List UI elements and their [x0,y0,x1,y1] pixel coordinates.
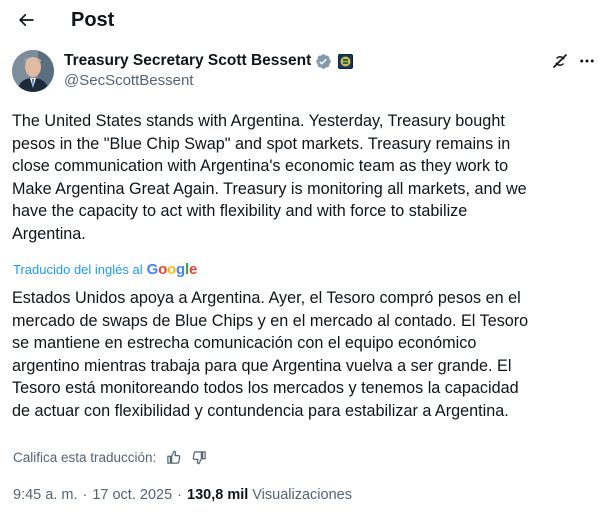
more-options-button[interactable] [576,50,598,72]
rate-translation: Califica esta traducción: [13,448,208,466]
translation-text-line: se mantiene en estrecha comunicación con… [12,334,477,352]
translated-by-google-link[interactable]: Traducido del inglés al Google [13,261,197,279]
author-display-name[interactable]: Treasury Secretary Scott Bessent [64,52,311,70]
gray-verified-badge-icon[interactable] [315,53,332,70]
meta-separator: · [177,487,182,503]
tweet-author: Treasury Secretary Scott Bessent @SecSco… [12,50,598,94]
grok-icon [553,54,567,68]
tweet-text-line: pesos in the "Blue Chip Swap" and spot m… [12,134,511,153]
translation-text-line: de actuar con flexibilidad y contundenci… [12,401,509,420]
tweet-text-line: have the capacity to act with flexibilit… [12,202,468,220]
views-count[interactable]: 130,8 mil [187,487,248,503]
grok-button[interactable] [549,50,571,72]
avatar[interactable] [12,50,54,92]
author-handle[interactable]: @SecScottBessent [64,72,193,89]
translation-text-line: argentino mientras trabaja para que Arge… [12,356,512,375]
tweet-text: The United States stands with Argentina.… [12,110,602,245]
views-label: Visualizaciones [252,487,352,503]
rate-translation-label: Califica esta traducción: [13,449,157,465]
thumbs-up-button[interactable] [164,448,182,466]
translated-label: Traducido del inglés al [13,262,143,277]
google-logo: Google [146,261,198,278]
translation-text-line: Tesoro está monitoreando todos los merca… [12,379,519,397]
tweet-text-line: Argentina. [12,224,86,243]
tweet-text-line: The United States stands with Argentina.… [12,112,505,130]
page-title: Post [71,9,115,31]
thumbs-up-icon [167,450,181,464]
back-button[interactable] [12,6,40,34]
thumbs-down-icon [192,450,206,464]
thumbs-down-button[interactable] [190,448,208,466]
arrow-left-icon [18,13,34,27]
post-date[interactable]: 17 oct. 2025 [92,487,172,503]
translation-text: Estados Unidos apoya a Argentina. Ayer, … [12,287,602,422]
translation-text-line: mercado de swaps de Blue Chips y en el m… [12,311,529,330]
author-name-row: Treasury Secretary Scott Bessent [64,51,354,71]
translation-text-line: Estados Unidos apoya a Argentina. Ayer, … [12,289,521,307]
top-bar: Post [0,0,610,40]
us-treasury-seal-icon[interactable] [338,53,354,69]
post-time[interactable]: 9:45 a. m. [13,487,77,503]
tweet-text-line: Make Argentina Great Again. Treasury is … [12,179,527,198]
tweet-text-line: close communication with Argentina's eco… [12,157,509,175]
tweet-meta: 9:45 a. m. · 17 oct. 2025 · 130,8 mil Vi… [13,485,352,505]
more-horizontal-icon [580,59,594,63]
meta-separator: · [82,487,88,503]
